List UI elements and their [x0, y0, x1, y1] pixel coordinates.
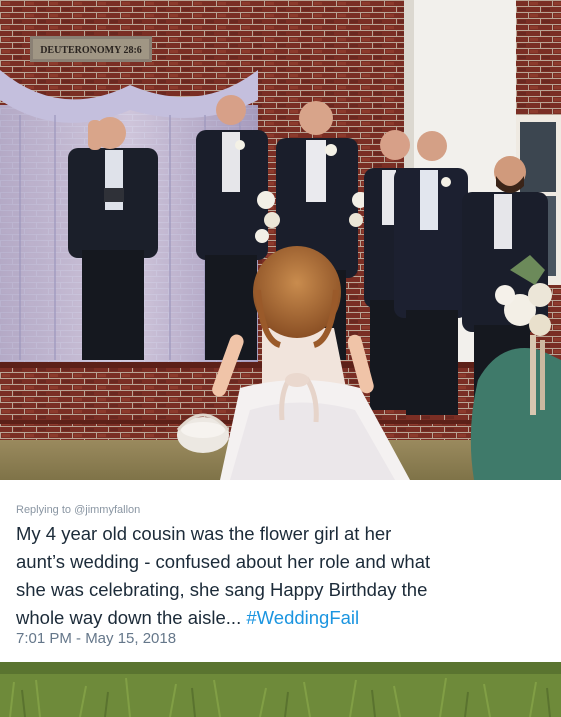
tweet-timestamp[interactable]: 7:01 PM - May 15, 2018 — [16, 630, 176, 647]
tweet-text-line-end: whole way down the aisle... — [16, 607, 242, 628]
tweet-text-line: My 4 year old cousin was the flower girl… — [16, 523, 392, 544]
wedding-photo: DEUTERONOMY 28:6 — [0, 0, 561, 480]
sign-text: DEUTERONOMY 28:6 — [40, 45, 142, 56]
tweet-text-line: she was celebrating, she sang Happy Birt… — [16, 579, 428, 600]
hashtag-link[interactable]: #WeddingFail — [246, 607, 359, 628]
grass-photo-strip — [0, 662, 561, 717]
tweet-card: Replying to @jimmyfallon My 4 year old c… — [0, 480, 561, 662]
tweet-text-line: aunt’s wedding - confused about her role… — [16, 551, 431, 572]
tweet-text-line: whole way down the aisle... #WeddingFail — [16, 604, 546, 632]
replying-to-line: Replying to @jimmyfallon — [16, 504, 140, 516]
tweet-text: My 4 year old cousin was the flower girl… — [16, 520, 546, 632]
replying-prefix: Replying to — [16, 504, 75, 516]
replying-handle-link[interactable]: @jimmyfallon — [74, 504, 140, 516]
